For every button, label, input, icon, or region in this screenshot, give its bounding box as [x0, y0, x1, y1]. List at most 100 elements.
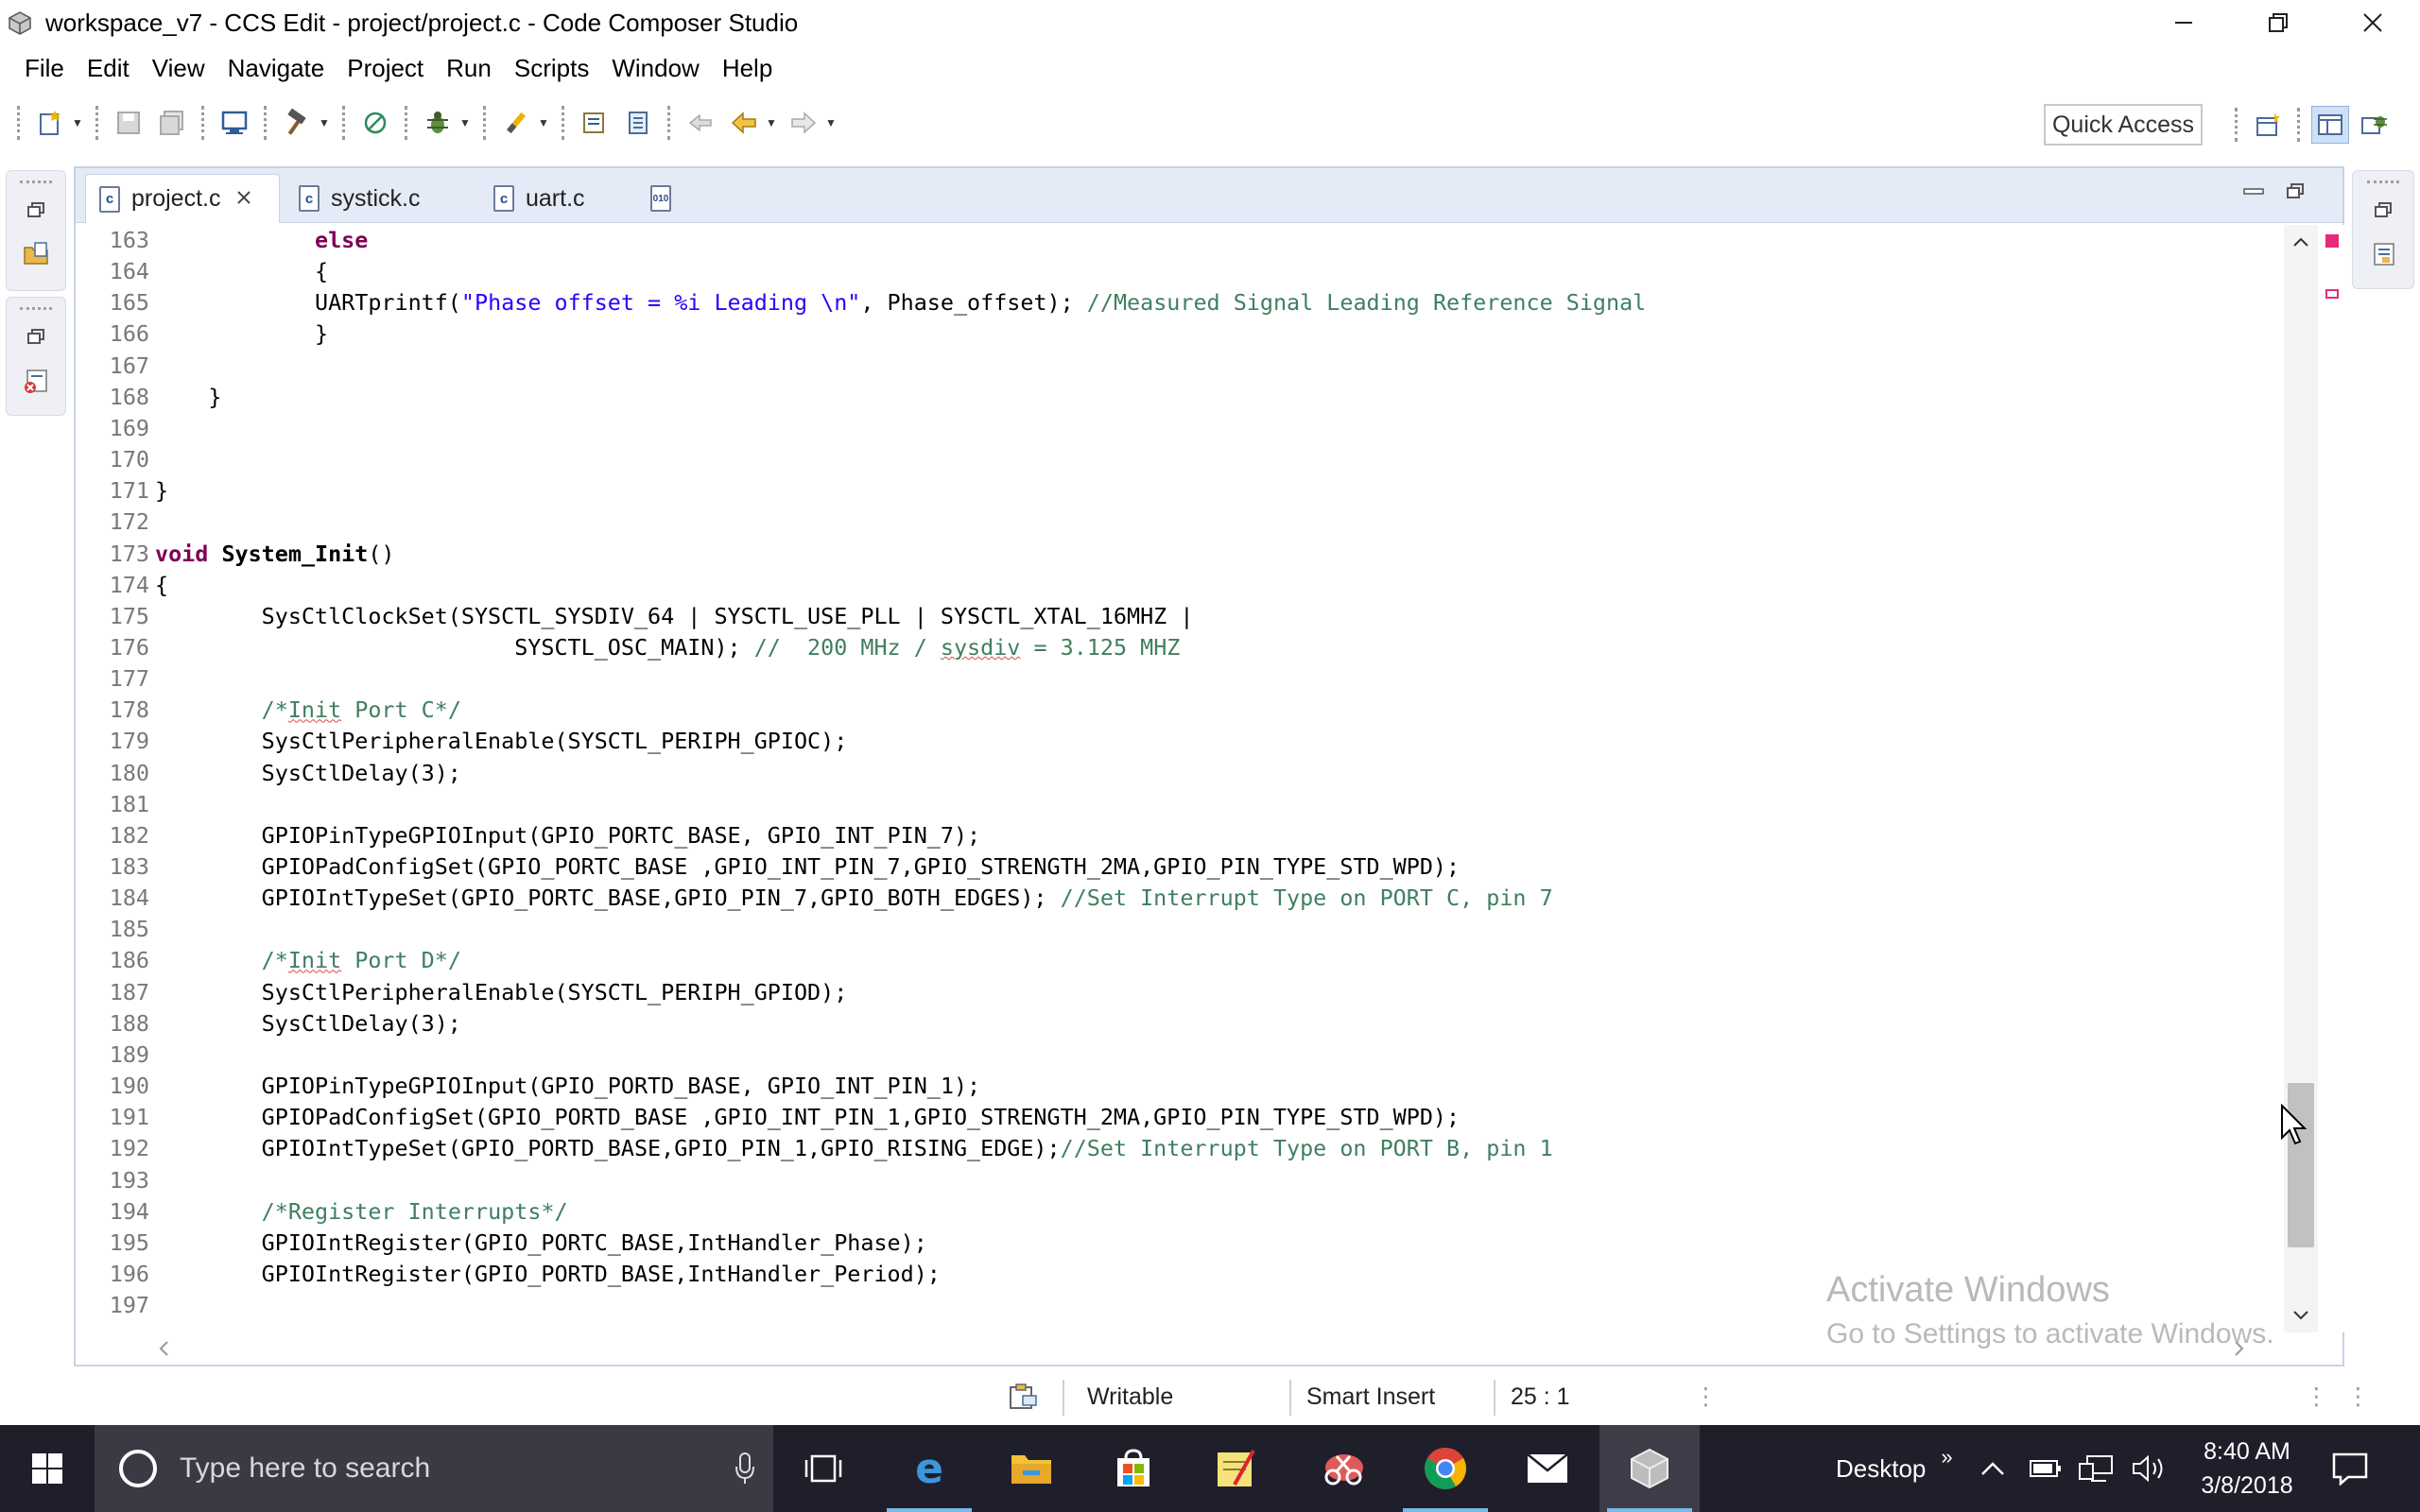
open-task-icon[interactable] [576, 104, 614, 142]
code-line[interactable]: 188 SysCtlDelay(3); [76, 1008, 2284, 1040]
line-code[interactable]: /*Init Port C*/ [155, 695, 461, 726]
line-code[interactable]: /*Init Port D*/ [155, 945, 461, 976]
forward-dropdown-icon[interactable]: ▼ [823, 104, 838, 142]
code-line[interactable]: 182 GPIOPinTypeGPIOInput(GPIO_PORTC_BASE… [76, 820, 2284, 851]
code-composer-studio-icon[interactable] [1599, 1425, 1700, 1512]
menu-file[interactable]: File [13, 54, 76, 83]
chevron-double-right-icon[interactable]: » [1941, 1445, 1952, 1469]
save-icon[interactable] [110, 104, 147, 142]
code-line[interactable]: 169 [76, 413, 2284, 444]
maximize-editor-icon[interactable] [2274, 178, 2316, 206]
code-line[interactable]: 178 /*Init Port C*/ [76, 695, 2284, 726]
line-code[interactable]: else [155, 225, 368, 256]
ccs-debug-perspective-icon[interactable] [2355, 106, 2393, 144]
line-code[interactable]: SysCtlDelay(3); [155, 1008, 461, 1040]
line-code[interactable]: void System_Init() [155, 539, 395, 570]
code-line[interactable]: 193 [76, 1165, 2284, 1196]
menu-run[interactable]: Run [435, 54, 503, 83]
error-marker[interactable] [2325, 234, 2339, 248]
code-line[interactable]: 186 /*Init Port D*/ [76, 945, 2284, 976]
trim-grip[interactable] [20, 307, 52, 313]
build-hammer-icon[interactable] [278, 104, 316, 142]
store-icon[interactable] [1083, 1425, 1184, 1512]
code-line[interactable]: 171} [76, 475, 2284, 507]
code-line[interactable]: 174{ [76, 570, 2284, 601]
start-button[interactable] [0, 1425, 95, 1512]
line-code[interactable]: GPIOIntTypeSet(GPIO_PORTD_BASE,GPIO_PIN_… [155, 1133, 1553, 1164]
taskbar-search-box[interactable]: Type here to search [95, 1425, 773, 1512]
snipping-tool-icon[interactable] [1293, 1425, 1393, 1512]
debug-bug-icon[interactable] [419, 104, 457, 142]
line-code[interactable]: } [155, 475, 168, 507]
minimize-button[interactable] [2136, 0, 2231, 45]
tab-binary-file[interactable]: 010 [637, 174, 694, 223]
code-line[interactable]: 170 [76, 444, 2284, 475]
back-arrow-icon[interactable] [725, 104, 763, 142]
restore-view-icon[interactable] [17, 318, 55, 356]
show-hidden-icons-icon[interactable] [1979, 1425, 2006, 1512]
code-line[interactable]: 192 GPIOIntTypeSet(GPIO_PORTD_BASE,GPIO_… [76, 1133, 2284, 1164]
quick-access-input[interactable]: Quick Access [2044, 104, 2203, 146]
edge-icon[interactable]: e [879, 1425, 979, 1512]
code-line[interactable]: 173 void System_Init() [76, 539, 2284, 570]
menu-help[interactable]: Help [711, 54, 784, 83]
problems-view-icon[interactable] [17, 362, 55, 400]
vertical-scrollbar[interactable] [2284, 225, 2318, 1332]
scroll-down-icon[interactable] [2284, 1300, 2318, 1331]
restore-view-icon[interactable] [2364, 192, 2402, 230]
taskbar-clock[interactable]: 8:40 AM 3/8/2018 [2176, 1425, 2318, 1512]
line-code[interactable]: GPIOPinTypeGPIOInput(GPIO_PORTD_BASE, GP… [155, 1071, 980, 1102]
new-file-icon[interactable] [31, 104, 69, 142]
line-code[interactable]: GPIOIntRegister(GPIO_PORTD_BASE,IntHandl… [155, 1259, 941, 1290]
line-code[interactable]: SysCtlDelay(3); [155, 758, 461, 789]
forward-arrow-icon[interactable] [785, 104, 822, 142]
toolbar-grip[interactable] [17, 106, 21, 140]
mail-icon[interactable] [1497, 1425, 1598, 1512]
code-line[interactable]: 177 [76, 663, 2284, 695]
code-line[interactable]: 172 [76, 507, 2284, 538]
line-code[interactable]: SYSCTL_OSC_MAIN); // 200 MHz / sysdiv = … [155, 632, 1180, 663]
code-line[interactable]: 176 SYSCTL_OSC_MAIN); // 200 MHz / sysdi… [76, 632, 2284, 663]
line-code[interactable]: GPIOIntTypeSet(GPIO_PORTC_BASE,GPIO_PIN_… [155, 883, 1553, 914]
menu-scripts[interactable]: Scripts [503, 54, 600, 83]
project-explorer-icon[interactable] [17, 235, 55, 273]
toggle-mark-icon[interactable] [619, 104, 657, 142]
code-line[interactable]: 194 /*Register Interrupts*/ [76, 1196, 2284, 1228]
code-line[interactable]: 191 GPIOPadConfigSet(GPIO_PORTD_BASE ,GP… [76, 1102, 2284, 1133]
line-code[interactable]: /*Register Interrupts*/ [155, 1196, 568, 1228]
trim-grip[interactable] [2367, 180, 2399, 186]
close-tab-icon[interactable] [235, 187, 252, 212]
tab-project-c[interactable]: c project.c [85, 174, 280, 223]
line-code[interactable]: SysCtlClockSet(SYSCTL_SYSDIV_64 | SYSCTL… [155, 601, 1194, 632]
overview-ruler[interactable] [2318, 225, 2344, 1332]
desktop-toolbar[interactable]: Desktop » [1836, 1425, 1953, 1512]
line-code[interactable]: GPIOPadConfigSet(GPIO_PORTC_BASE ,GPIO_I… [155, 851, 1460, 883]
code-editor[interactable]: 163 else 164 {165 UARTprintf("Phase offse… [76, 225, 2284, 1332]
code-line[interactable]: 166 } [76, 318, 2284, 350]
network-icon[interactable] [2078, 1425, 2114, 1512]
clipboard-icon[interactable] [1008, 1378, 1040, 1416]
code-line[interactable]: 185 [76, 914, 2284, 945]
back-dropdown-icon[interactable]: ▼ [764, 104, 779, 142]
minimize-editor-icon[interactable] [2233, 178, 2274, 206]
code-line[interactable]: 168 } [76, 382, 2284, 413]
code-line[interactable]: 195 GPIOIntRegister(GPIO_PORTC_BASE,IntH… [76, 1228, 2284, 1259]
code-line[interactable]: 180 SysCtlDelay(3); [76, 758, 2284, 789]
battery-icon[interactable] [2029, 1425, 2063, 1512]
save-all-icon[interactable] [153, 104, 191, 142]
action-center-icon[interactable] [2327, 1425, 2373, 1512]
code-line[interactable]: 183 GPIOPadConfigSet(GPIO_PORTC_BASE ,GP… [76, 851, 2284, 883]
microphone-icon[interactable] [734, 1452, 756, 1486]
outline-view-icon[interactable] [2364, 235, 2402, 273]
line-code[interactable]: } [155, 318, 328, 350]
tab-systick-c[interactable]: c systick.c [285, 174, 475, 223]
scroll-left-icon[interactable] [149, 1332, 178, 1365]
menu-project[interactable]: Project [336, 54, 435, 83]
sticky-notes-icon[interactable] [1185, 1425, 1286, 1512]
line-code[interactable]: { [155, 570, 168, 601]
build-dropdown-icon[interactable]: ▼ [317, 104, 332, 142]
restore-view-icon[interactable] [17, 192, 55, 230]
line-code[interactable]: UARTprintf("Phase offset = %i Leading \n… [155, 287, 1646, 318]
flash-icon[interactable] [356, 104, 394, 142]
line-code[interactable]: { [155, 256, 328, 287]
